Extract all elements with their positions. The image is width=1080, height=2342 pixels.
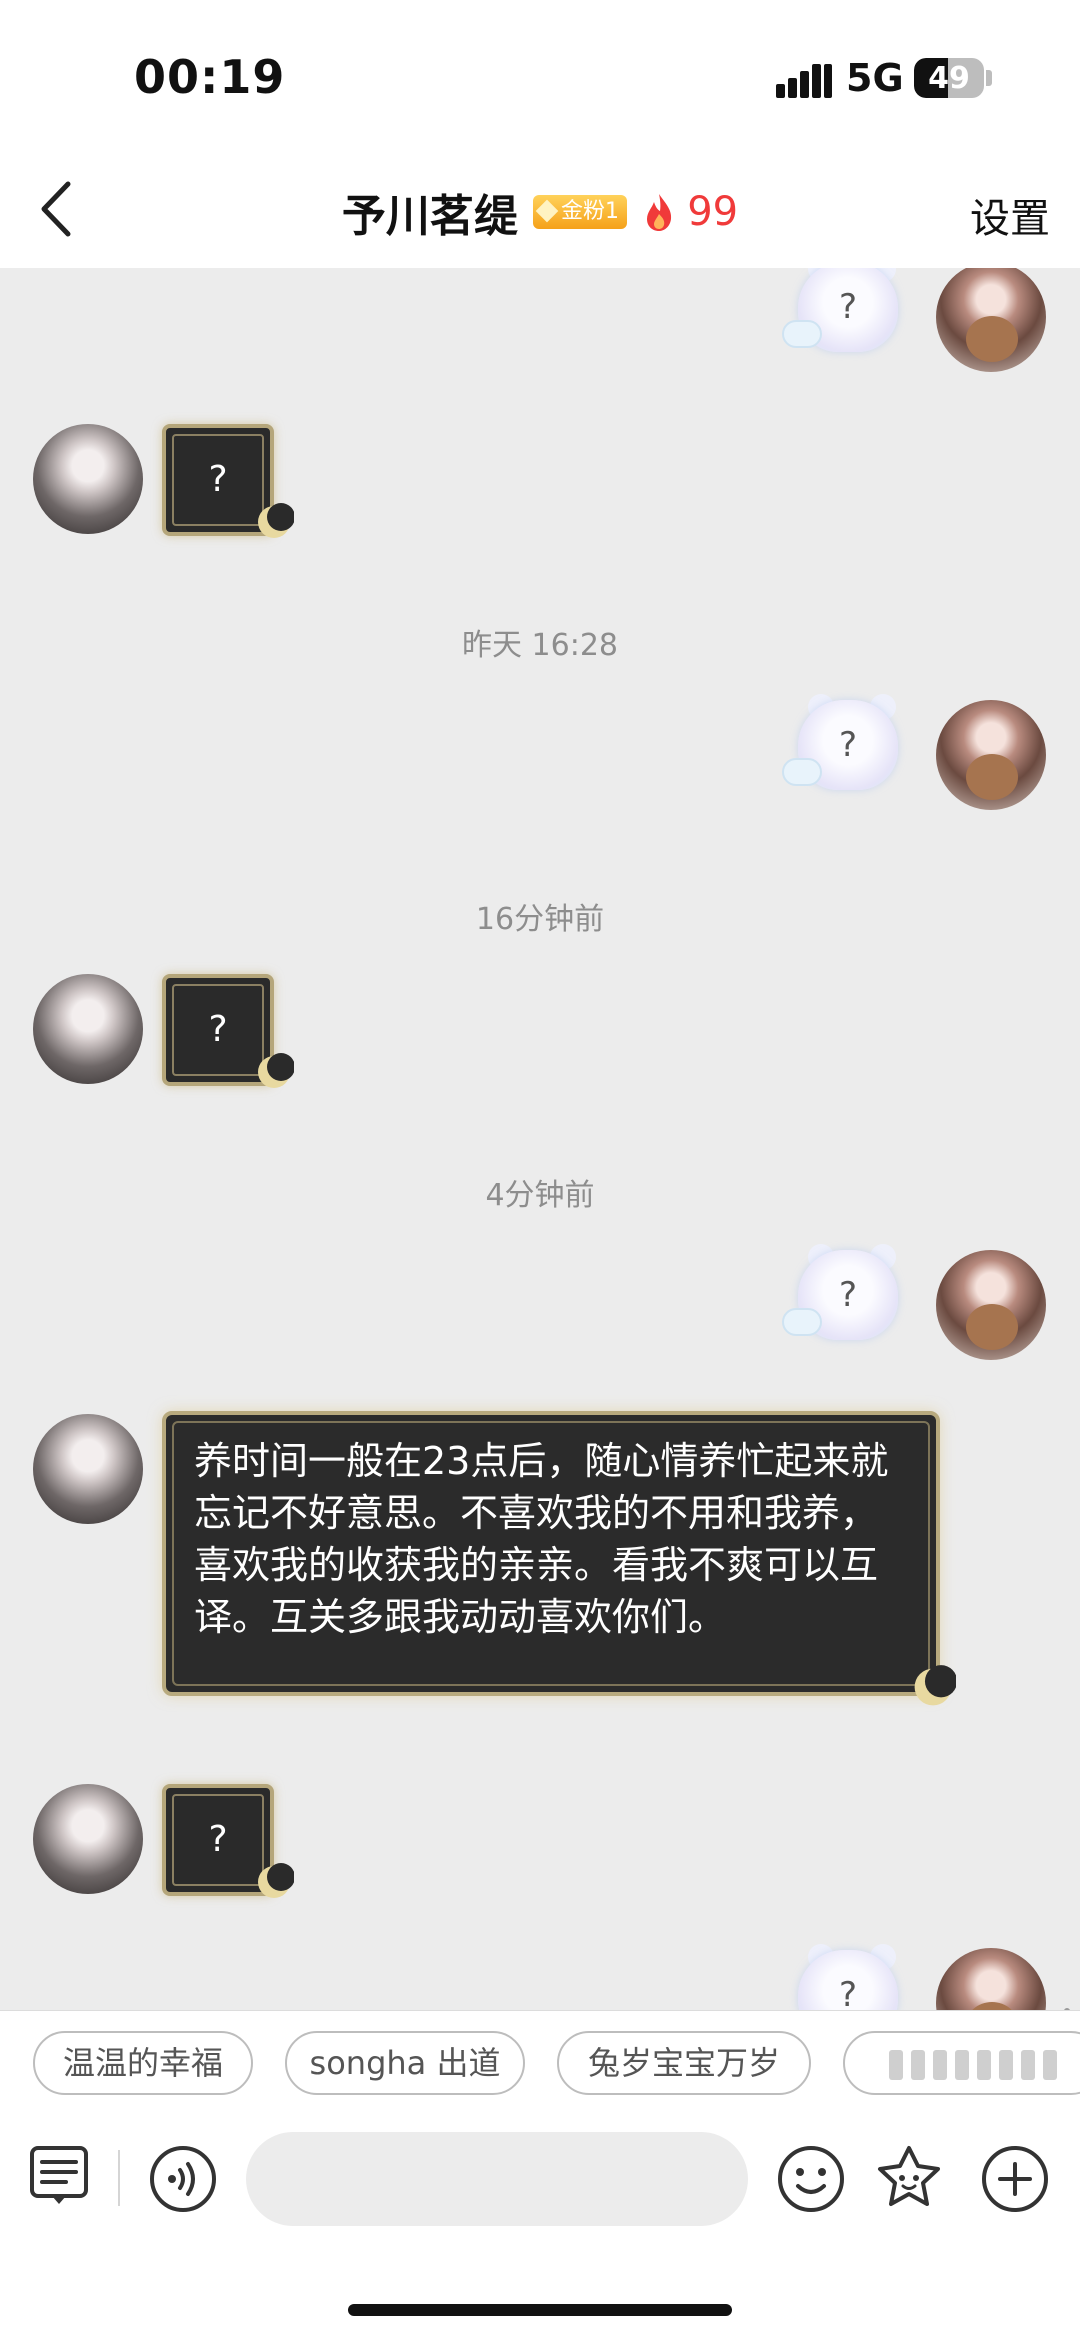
quick-reply-chip[interactable]: 兔岁宝宝万岁	[557, 2031, 811, 2095]
input-divider	[118, 2150, 120, 2206]
sticker-icon	[878, 2146, 940, 2206]
chat-header: 予川茗缇 金粉1 99 设置	[0, 150, 1080, 268]
battery-icon: 49	[914, 58, 984, 98]
sticker-message[interactable]: ?	[162, 1784, 296, 1902]
sticker-placeholder: ?	[838, 1975, 858, 2010]
sticker-message[interactable]: ?	[782, 268, 912, 366]
menu-list-icon	[30, 2146, 88, 2204]
title-group: 予川茗缇 金粉1 99	[0, 180, 1080, 244]
moon-icon	[258, 1053, 294, 1088]
fan-badge: 金粉1	[533, 195, 627, 229]
settings-button[interactable]: 设置	[970, 186, 1050, 244]
text-message-bubble[interactable]: 养时间一般在23点后，随心情养忙起来就忘记不好意思。不喜欢我的不用和我养，喜欢我…	[162, 1411, 956, 1706]
contact-avatar[interactable]	[33, 1414, 143, 1524]
moon-icon	[258, 1863, 294, 1898]
contact-avatar[interactable]	[33, 1784, 143, 1894]
emoji-button[interactable]	[776, 2144, 846, 2214]
timestamp: 昨天 16:28	[462, 628, 618, 663]
menu-list-button[interactable]	[24, 2142, 94, 2212]
mini-cloud-sticker	[782, 1308, 822, 1336]
contact-name[interactable]: 予川茗缇	[342, 180, 518, 244]
quick-reply-chip-blurred[interactable]	[843, 2031, 1080, 2095]
emoji-icon	[778, 2146, 844, 2212]
sticker-message[interactable]: ?	[782, 694, 912, 804]
my-avatar[interactable]	[936, 1250, 1046, 1360]
quick-reply-bar: 温温的幸福 songha 出道 兔岁宝宝万岁	[0, 2010, 1080, 2124]
message-text: 养时间一般在23点后，随心情养忙起来就忘记不好意思。不喜欢我的不用和我养，喜欢我…	[194, 1439, 889, 1639]
mini-cloud-sticker	[782, 320, 822, 348]
status-bar: 00:19 5G 49	[0, 0, 1080, 150]
timestamp: 16分钟前	[475, 902, 605, 937]
signal-icon	[776, 62, 834, 98]
quick-reply-chip[interactable]: songha 出道	[285, 2031, 525, 2095]
home-indicator[interactable]	[348, 2304, 732, 2316]
message-list[interactable]: ? ? 昨天 16:28 ? 16分钟前 ? 4分钟前 ? 养时间一般在23点后…	[0, 268, 1080, 2010]
sticker-button[interactable]	[874, 2142, 944, 2212]
chat-screen: 00:19 5G 49 予川茗缇 金粉1 99 设置 ? ? 昨天 16:28 …	[0, 0, 1080, 2342]
sticker-message[interactable]: ?	[782, 1244, 912, 1354]
voice-button[interactable]	[148, 2144, 218, 2214]
network-type: 5G	[846, 56, 904, 100]
battery-level: 49	[928, 61, 970, 96]
sticker-message[interactable]: ?	[162, 974, 296, 1092]
timestamp: 4分钟前	[485, 1178, 595, 1213]
fire-score: 99	[687, 189, 739, 235]
voice-icon	[150, 2146, 216, 2212]
fan-badge-label: 金粉1	[561, 199, 619, 224]
contact-avatar[interactable]	[33, 974, 143, 1084]
my-avatar[interactable]	[936, 700, 1046, 810]
status-time: 00:19	[134, 50, 286, 104]
plus-icon	[982, 2146, 1048, 2212]
plus-button[interactable]	[980, 2144, 1050, 2214]
sticker-message[interactable]: ?	[782, 1944, 912, 2010]
mini-cloud-sticker	[782, 758, 822, 786]
sticker-message[interactable]: ?	[162, 424, 296, 542]
my-avatar[interactable]	[936, 1948, 1046, 2010]
my-avatar[interactable]	[936, 268, 1046, 372]
moon-icon	[258, 503, 294, 538]
message-input[interactable]	[246, 2132, 748, 2226]
fire-icon	[647, 194, 672, 231]
battery-tip	[986, 70, 992, 86]
gem-icon	[535, 199, 559, 223]
contact-avatar[interactable]	[33, 424, 143, 534]
moon-icon	[914, 1665, 956, 1706]
quick-reply-chip[interactable]: 温温的幸福	[33, 2031, 253, 2095]
